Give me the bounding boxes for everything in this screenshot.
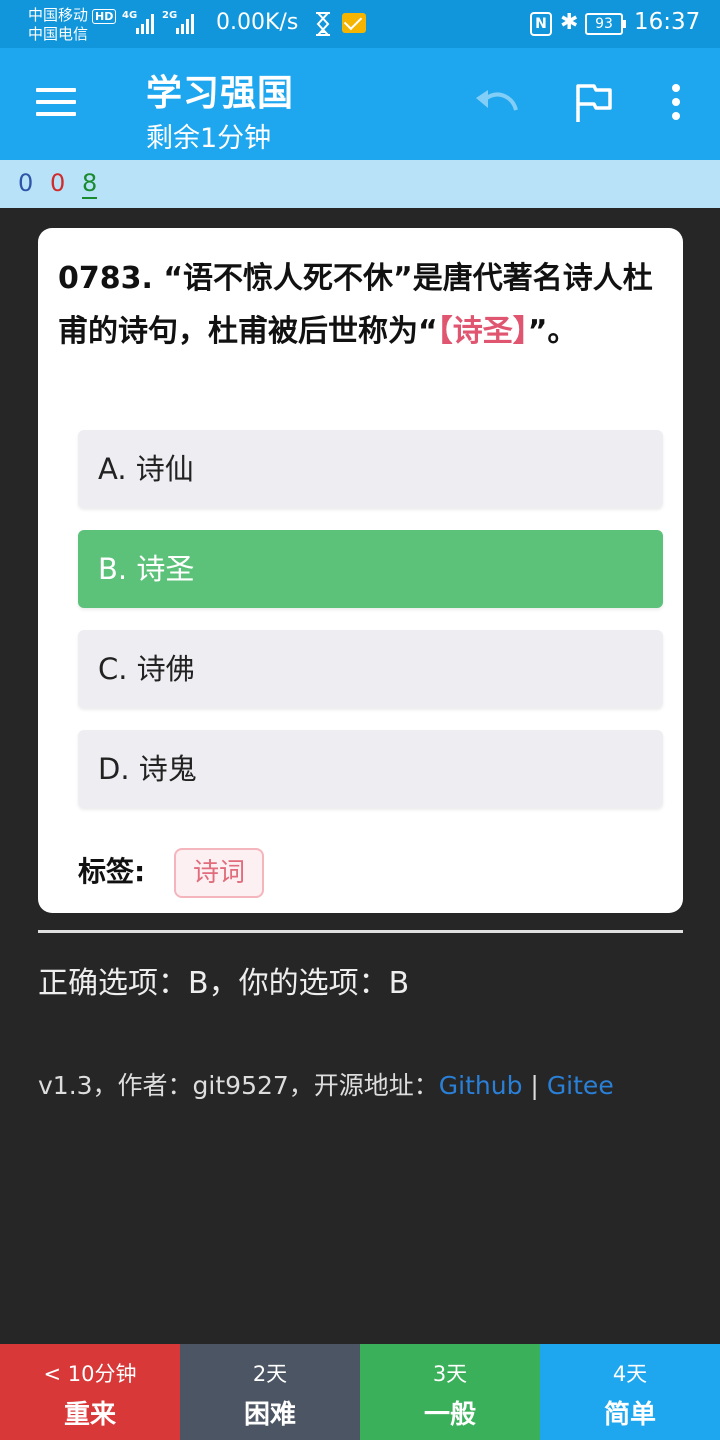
question-end: ”。 [527, 314, 578, 349]
good-interval: 3天 [432, 1362, 468, 1386]
flag-icon[interactable] [574, 82, 614, 124]
carrier-2: 中国电信 [28, 25, 89, 43]
gitee-link[interactable]: Gitee [547, 1071, 614, 1100]
hard-interval: 2天 [252, 1362, 288, 1386]
carrier-info: 中国移动 HD 中国电信 [28, 6, 117, 44]
again-interval: < 10分钟 [43, 1362, 137, 1386]
footer-prefix: v1.3，作者：git9527，开源地址： [38, 1071, 439, 1100]
carrier-1: 中国移动 [28, 6, 89, 24]
undo-icon[interactable] [474, 86, 520, 122]
tag-label: 标签: [78, 855, 146, 888]
again-button[interactable]: < 10分钟 重来 [0, 1344, 180, 1440]
time-remaining: 剩余1分钟 [146, 123, 272, 154]
again-label: 重来 [63, 1400, 116, 1430]
status-bar: 中国移动 HD 中国电信 4G 2G 0.00K/s N ✱ 93 16:37 [0, 0, 720, 48]
answer-highlight: 【诗圣】 [437, 314, 528, 349]
question-card: 0783. “语不惊人死不休”是唐代著名诗人杜甫的诗句，杜甫被后世称为“【诗圣】… [38, 228, 683, 913]
easy-interval: 4天 [612, 1362, 648, 1386]
net-type-2: 2G [162, 10, 178, 21]
hourglass-icon [316, 12, 330, 36]
option-b[interactable]: B. 诗圣 [78, 530, 663, 608]
result-text: 正确选项：B，你的选项：B [38, 966, 410, 1001]
hard-label: 困难 [243, 1400, 296, 1430]
menu-icon[interactable] [36, 88, 76, 118]
new-count: 0 [18, 169, 34, 197]
net-speed: 0.00K/s [216, 10, 299, 35]
option-a[interactable]: A. 诗仙 [78, 430, 663, 508]
battery-icon: 93 [585, 13, 626, 35]
option-d[interactable]: D. 诗鬼 [78, 730, 663, 808]
clock: 16:37 [634, 9, 701, 35]
signal-4g-icon: 4G [122, 10, 154, 34]
good-label: 一般 [423, 1400, 476, 1430]
app-title: 学习强国 [146, 73, 295, 114]
github-link[interactable]: Github [439, 1071, 523, 1100]
hd-badge: HD [92, 9, 117, 24]
footer-info: v1.3，作者：git9527，开源地址：Github | Gitee [38, 1066, 614, 1102]
signal-icon: 4G 2G [122, 10, 194, 34]
app-bar: 学习强国 剩余1分钟 [0, 48, 720, 160]
option-c[interactable]: C. 诗佛 [78, 630, 663, 708]
link-separator: | [522, 1071, 547, 1100]
app-screen: 中国移动 HD 中国电信 4G 2G 0.00K/s N ✱ 93 16:37 学… [0, 0, 720, 1440]
question-text: 0783. “语不惊人死不休”是唐代著名诗人杜甫的诗句，杜甫被后世称为“【诗圣】… [58, 252, 668, 358]
nfc-icon: N [530, 12, 552, 36]
tag-chip[interactable]: 诗词 [174, 848, 264, 898]
counter-bar: 0 0 8 [0, 160, 720, 208]
good-button[interactable]: 3天 一般 [360, 1344, 540, 1440]
review-count: 8 [82, 169, 98, 199]
bluetooth-icon: ✱ [560, 10, 579, 35]
signal-2g-icon: 2G [162, 10, 194, 34]
mail-icon [342, 13, 366, 33]
hard-button[interactable]: 2天 困难 [180, 1344, 360, 1440]
easy-button[interactable]: 4天 简单 [540, 1344, 720, 1440]
learning-count: 0 [50, 169, 66, 197]
net-type-1: 4G [122, 10, 138, 21]
easy-label: 简单 [603, 1400, 656, 1430]
divider [38, 930, 683, 933]
more-options-icon[interactable] [668, 84, 684, 124]
